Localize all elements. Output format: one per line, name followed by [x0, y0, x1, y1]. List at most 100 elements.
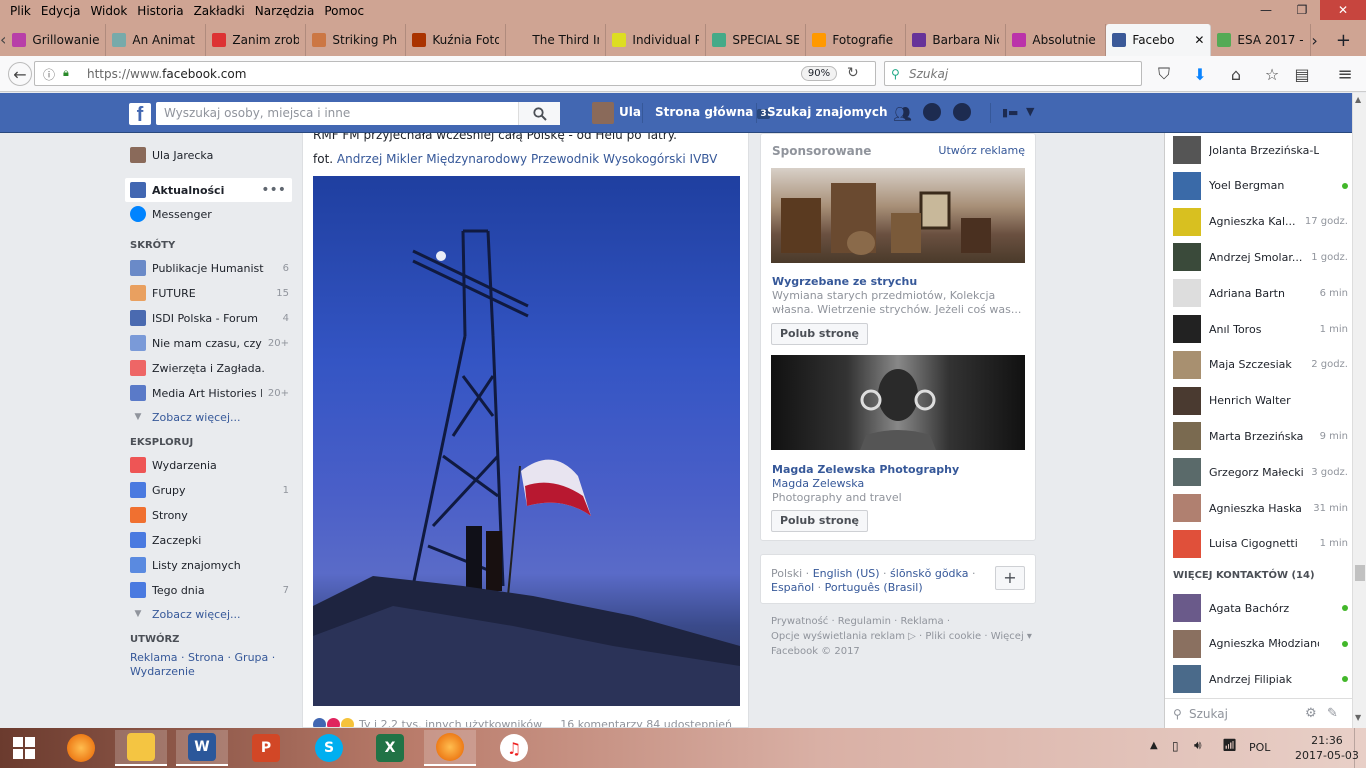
- language-english[interactable]: English (US): [813, 567, 880, 580]
- sidebar-item-shortcuts-0[interactable]: Publikacje Humanisty 6: [130, 257, 295, 279]
- menu-item-5[interactable]: Narzędzia: [250, 4, 320, 18]
- reload-icon[interactable]: ↻: [847, 65, 859, 81]
- start-button[interactable]: [0, 730, 48, 766]
- sidebar-item-shortcuts-2[interactable]: ISDI Polska - Forum 4: [130, 307, 295, 329]
- chat-search[interactable]: ⚲ Szukaj ⚙ ✎: [1165, 698, 1353, 728]
- ad2-like-page-button[interactable]: Polub stronę: [771, 510, 869, 532]
- scrollbar-thumb[interactable]: [1355, 565, 1365, 581]
- home-link[interactable]: Strona główna 3: [655, 105, 770, 119]
- add-language-button[interactable]: +: [995, 566, 1025, 590]
- sidebar-item-shortcuts-1[interactable]: FUTURE 15: [130, 282, 295, 304]
- taskbar-firefox-active[interactable]: [424, 730, 476, 766]
- tab-0[interactable]: Grillowanie: [6, 24, 107, 56]
- taskbar-powerpoint[interactable]: P: [240, 730, 292, 766]
- menu-item-4[interactable]: Zakładki: [189, 4, 250, 18]
- messenger-icon[interactable]: [923, 103, 941, 121]
- chat-contact[interactable]: Adriana Bartn 6 min: [1173, 278, 1348, 308]
- language-portuguese[interactable]: Português (Brasil): [825, 581, 923, 594]
- facebook-search-input[interactable]: Wyszukaj osoby, miejsca i inne: [156, 102, 560, 125]
- search-button[interactable]: [518, 102, 560, 125]
- sidebar-item-shortcuts-4[interactable]: Zwierzęta i Zagłada....: [130, 357, 295, 379]
- taskbar-excel[interactable]: X: [364, 730, 416, 766]
- new-tab-icon[interactable]: +: [1336, 30, 1351, 51]
- create-ad-link[interactable]: Utwórz reklamę: [938, 144, 1025, 157]
- footer-line1[interactable]: Prywatność · Regulamin · Reklama ·: [771, 614, 1036, 629]
- tab-3[interactable]: Striking Ph: [306, 24, 407, 56]
- tabs-scroll-left-icon[interactable]: ‹: [0, 28, 6, 50]
- taskbar-skype[interactable]: S: [303, 730, 355, 766]
- close-icon[interactable]: ✕: [1320, 0, 1366, 20]
- settings-gear-icon[interactable]: ⚙: [1305, 706, 1317, 721]
- more-options-icon[interactable]: •••: [261, 182, 292, 198]
- sidebar-item-explore-3[interactable]: Zaczepki: [130, 529, 295, 551]
- chat-contact[interactable]: Agata Bachórz: [1173, 593, 1348, 623]
- search-input[interactable]: ⚲ Szukaj: [884, 61, 1142, 86]
- reaction-icons[interactable]: [313, 718, 354, 727]
- find-friends-link[interactable]: Szukaj znajomych: [767, 105, 888, 119]
- sidebar-item-explore-5[interactable]: Tego dnia 7: [130, 579, 295, 601]
- photographer-link[interactable]: Andrzej Mikler Międzynarodowy Przewodnik…: [337, 152, 717, 166]
- battery-icon[interactable]: ▯: [1172, 739, 1179, 753]
- see-more-explore[interactable]: ▼ Zobacz więcej...: [130, 603, 295, 625]
- taskbar-itunes[interactable]: ♫: [488, 730, 540, 766]
- network-icon[interactable]: 📶︎: [1222, 738, 1237, 752]
- zoom-level[interactable]: 90%: [801, 66, 837, 81]
- language-spanish[interactable]: Español: [771, 581, 814, 594]
- tab-2[interactable]: Zanim zrob: [206, 24, 307, 56]
- notifications-icon[interactable]: [953, 103, 971, 121]
- info-icon[interactable]: ⓘ: [43, 66, 55, 83]
- sidebar-item-shortcuts-3[interactable]: Nie mam czasu, czyt...20+: [130, 332, 295, 354]
- see-more-shortcuts[interactable]: ▼ Zobacz więcej...: [130, 406, 295, 428]
- menu-item-1[interactable]: Edycja: [36, 4, 86, 18]
- language-silesian[interactable]: ślōnskŏ gŏdka: [890, 567, 968, 580]
- system-clock[interactable]: 21:36 2017-05-03: [1295, 733, 1359, 763]
- menu-item-0[interactable]: Plik: [5, 4, 36, 18]
- tab-4[interactable]: Kuźnia Foto: [406, 24, 507, 56]
- tabs-scroll-right-icon[interactable]: ›: [1311, 31, 1317, 50]
- pocket-icon[interactable]: ⛉: [1153, 63, 1175, 85]
- tab-7[interactable]: SPECIAL SE: [706, 24, 807, 56]
- sidebar-item-news-feed[interactable]: Aktualności •••: [125, 178, 292, 202]
- page-scrollbar[interactable]: ▲ ▼: [1352, 93, 1366, 728]
- profile-link[interactable]: Ula: [619, 105, 641, 119]
- chat-contact[interactable]: Agnieszka Młodziano...: [1173, 629, 1348, 659]
- input-language[interactable]: POL: [1249, 741, 1270, 754]
- tab-8[interactable]: Fotografie: [806, 24, 907, 56]
- friend-requests-icon[interactable]: 👥︎: [893, 105, 912, 123]
- footer-line2[interactable]: Opcje wyświetlania reklam ▷ · Pliki cook…: [771, 629, 1036, 644]
- tab-12[interactable]: ESA 2017 -: [1211, 24, 1312, 56]
- post-stats[interactable]: 16 komentarzy 84 udostępnień: [560, 718, 732, 727]
- chat-contact[interactable]: Yoel Bergman: [1173, 171, 1348, 201]
- ad-image-portrait[interactable]: [771, 355, 1025, 450]
- reading-list-icon[interactable]: ▤: [1291, 63, 1313, 85]
- chat-contact[interactable]: Andrzej Filipiak: [1173, 664, 1348, 694]
- chat-contact[interactable]: Anıl Toros 1 min: [1173, 314, 1348, 344]
- tab-5[interactable]: The Third Intern: [506, 24, 607, 56]
- close-tab-icon[interactable]: ✕: [1194, 33, 1204, 47]
- ad1-title[interactable]: Wygrzebane ze strychu: [772, 275, 917, 288]
- tab-9[interactable]: Barbara Nic: [906, 24, 1007, 56]
- show-desktop-button[interactable]: [1354, 728, 1366, 768]
- chat-contact[interactable]: Henrich Walter: [1173, 386, 1348, 416]
- tab-11[interactable]: Facebo ✕: [1106, 24, 1212, 56]
- volume-icon[interactable]: 🔊︎: [1194, 738, 1202, 753]
- back-button[interactable]: ←: [8, 62, 32, 86]
- chat-contact[interactable]: Jolanta Brzezińska-Lauk: [1173, 135, 1348, 165]
- chat-contact[interactable]: Grzegorz Małecki 3 godz.: [1173, 457, 1348, 487]
- avatar[interactable]: [592, 102, 614, 124]
- ad2-title[interactable]: Magda Zelewska Photography: [772, 463, 959, 476]
- chat-contact[interactable]: Agnieszka Haska 31 min: [1173, 493, 1348, 523]
- menu-item-6[interactable]: Pomoc: [319, 4, 369, 18]
- chat-contact[interactable]: Luisa Cigognetti 1 min: [1173, 529, 1348, 559]
- maximize-icon[interactable]: ❐: [1284, 0, 1320, 20]
- ad1-like-page-button[interactable]: Polub stronę: [771, 323, 869, 345]
- bookmark-star-icon[interactable]: ☆: [1261, 63, 1283, 85]
- tab-1[interactable]: An Animat: [106, 24, 207, 56]
- tab-6[interactable]: Individual P: [606, 24, 707, 56]
- chat-contact[interactable]: Andrzej Smolar... 1 godz.: [1173, 242, 1348, 272]
- reactions-count[interactable]: Ty i 2,2 tys. innych użytkowników: [359, 718, 542, 727]
- taskbar-firefox[interactable]: [55, 730, 107, 766]
- menu-icon[interactable]: ≡: [1334, 63, 1356, 85]
- home-icon[interactable]: ⌂: [1225, 63, 1247, 85]
- minimize-icon[interactable]: —: [1248, 0, 1284, 20]
